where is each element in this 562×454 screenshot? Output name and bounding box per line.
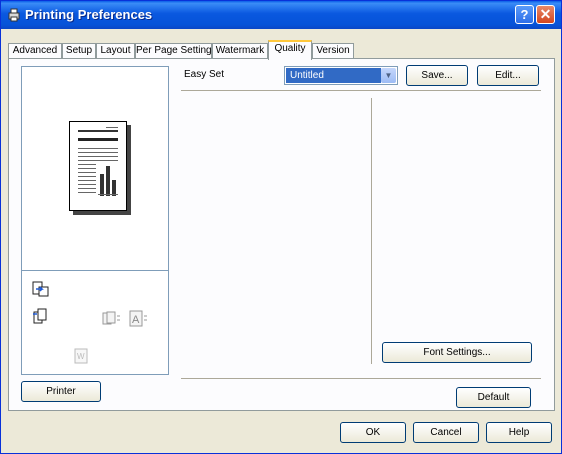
pages-icon: [102, 311, 120, 325]
help-button[interactable]: Help: [486, 422, 552, 443]
edit-button[interactable]: Edit...: [477, 65, 539, 86]
svg-text:A: A: [132, 314, 140, 326]
save-button[interactable]: Save...: [406, 65, 468, 86]
chevron-down-icon[interactable]: ▼: [381, 68, 396, 83]
easy-set-label: Easy Set: [184, 69, 225, 80]
tab-watermark[interactable]: Watermark: [212, 43, 268, 59]
printer-button[interactable]: Printer: [21, 381, 101, 402]
tab-per-page-setting[interactable]: Per Page Setting: [135, 43, 212, 59]
printer-icon: [8, 8, 20, 22]
tab-quality[interactable]: Quality: [268, 40, 312, 60]
tab-setup[interactable]: Setup: [62, 43, 96, 59]
footer-divider: [181, 378, 541, 379]
ok-button[interactable]: OK: [340, 422, 406, 443]
printing-preferences-window: Printing Preferences ? ✕ Advanced Setup …: [0, 0, 562, 454]
font-icon: A: [129, 310, 147, 327]
header-divider: [181, 90, 541, 91]
copy-icon: [33, 308, 47, 324]
preview-divider: [22, 270, 168, 271]
window-title: Printing Preferences: [25, 7, 153, 22]
cancel-button[interactable]: Cancel: [413, 422, 479, 443]
font-settings-button[interactable]: Font Settings...: [382, 342, 532, 363]
watermark-page-icon: W: [74, 348, 88, 364]
printer-output-icon: [32, 281, 49, 297]
title-bar[interactable]: Printing Preferences ? ✕: [1, 1, 561, 29]
default-button[interactable]: Default: [456, 387, 531, 408]
preview-pane: A W: [21, 66, 169, 375]
column-divider: [371, 98, 372, 364]
tab-advanced[interactable]: Advanced: [8, 43, 62, 59]
svg-text:W: W: [77, 352, 85, 361]
tab-version[interactable]: Version: [312, 43, 354, 59]
easy-set-value: Untitled: [286, 68, 381, 83]
help-icon[interactable]: ?: [515, 5, 534, 24]
tab-layout[interactable]: Layout: [96, 43, 135, 59]
close-icon[interactable]: ✕: [536, 5, 555, 24]
document-preview-icon: [69, 121, 127, 211]
easy-set-dropdown[interactable]: Untitled ▼: [284, 66, 398, 85]
